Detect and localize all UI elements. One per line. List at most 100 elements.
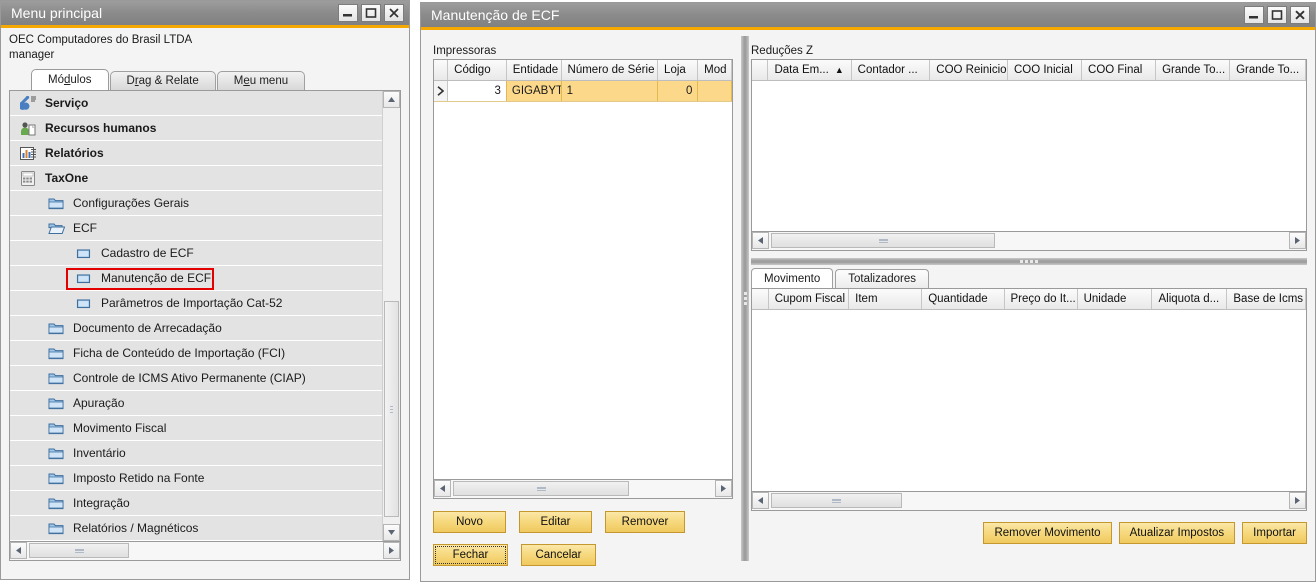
impressoras-grid[interactable]: Código Entidade Número de Série Loja Mod 3 GI… [433,59,733,480]
table-cell[interactable]: GIGABYTE [506,81,562,101]
tree-item-movimento-fiscal[interactable]: Movimento Fiscal [10,416,383,441]
vertical-splitter[interactable] [741,36,749,561]
tree-item-servico[interactable]: Serviço [10,91,383,116]
maximize-icon[interactable] [1267,6,1287,24]
tab-drag-relate[interactable]: Drag & Relate [109,71,216,90]
tab-meu-menu[interactable]: Meu menu [216,71,306,90]
reducoes-z-grid[interactable]: Data Em... ▲ Contador ... COO Reinicio COO I… [751,59,1307,232]
scroll-right-icon[interactable] [715,480,732,497]
tab-m-dulos[interactable]: Módulos [31,69,109,90]
column-header-coo-final[interactable]: COO Final [1082,60,1157,80]
tree-item-imposto-retido-na-fonte[interactable]: Imposto Retido na Fonte [10,466,383,491]
column-header-base-de-icms[interactable]: Base de Icms [1227,289,1306,309]
tree-item-integracao[interactable]: Integração [10,491,383,516]
table-cell[interactable] [698,81,732,101]
scroll-left-icon[interactable] [434,480,451,497]
tree-item-label: Relatórios [45,146,104,160]
movimento-panel: Movimento Totalizadores Cupom Fiscal Item Q… [751,268,1307,544]
tree-item-label: Inventário [73,446,126,460]
tree-item-label: TaxOne [45,171,89,185]
novo-button[interactable]: Novo [433,511,506,533]
button-label: Editar [540,516,571,528]
column-header-coo-reinicio[interactable]: COO Reinicio [930,60,1008,80]
column-header-grande-to[interactable]: Grande To... [1230,60,1306,80]
editar-button[interactable]: Editar [519,511,592,533]
tree-item-relatorios[interactable]: Relatórios [10,141,383,166]
movimento-hscrollbar[interactable] [751,492,1307,511]
minimize-icon[interactable] [1244,6,1264,24]
impressoras-hscroll-thumb[interactable] [453,481,629,496]
tree-item-controle-de-icms-ativo-permanente-ciap[interactable]: Controle de ICMS Ativo Permanente (CIAP) [10,366,383,391]
tree-item-recursos-humanos[interactable]: Recursos humanos [10,116,383,141]
close-icon[interactable] [384,4,404,22]
tree-item-cadastro-de-ecf[interactable]: Cadastro de ECF [10,241,383,266]
column-header-preco-do-it[interactable]: Preço do It... [1005,289,1078,309]
column-header-unidade[interactable]: Unidade [1078,289,1153,309]
tree-item-inventario[interactable]: Inventário [10,441,383,466]
button-label: Remover Movimento [994,527,1101,539]
scrollbar-grip [389,404,394,415]
impressoras-hscrollbar[interactable] [433,480,733,499]
scroll-right-icon[interactable] [1289,492,1306,509]
fechar-button[interactable]: Fechar [433,544,508,566]
calculator-icon [20,170,37,186]
tree-vertical-scrollbar[interactable] [382,91,400,541]
scroll-down-icon[interactable] [383,524,400,541]
movimento-grid[interactable]: Cupom Fiscal Item Quantidade Preço do It...… [751,288,1307,492]
tree-item-taxone[interactable]: TaxOne [10,166,383,191]
menu-tabs: Módulos Drag & Relate Meu menu [9,69,401,90]
tree-item-manutencao-de-ecf[interactable]: Manutenção de ECF [10,266,383,291]
remover-button[interactable]: Remover [605,511,685,533]
scroll-right-icon[interactable] [383,542,400,559]
column-header-mod[interactable]: Mod [698,60,732,80]
tree-item-relatorios-magneticos[interactable]: Relatórios / Magnéticos [10,516,383,541]
tree-scrollbar-thumb[interactable] [384,301,399,517]
scrollbar-grip [832,498,841,503]
tree-item-documento-de-arrecadacao[interactable]: Documento de Arrecadação [10,316,383,341]
reducoes-hscroll-thumb[interactable] [771,233,995,248]
tree-item-ficha-de-conteudo-de-importacao-fci[interactable]: Ficha de Conteúdo de Importação (FCI) [10,341,383,366]
table-cell[interactable]: 1 [561,81,659,101]
scroll-right-icon[interactable] [1289,232,1306,249]
table-cell[interactable]: 3 [448,81,507,101]
tab-totalizadores[interactable]: Totalizadores [835,269,930,288]
column-header-item[interactable]: Item [849,289,923,309]
column-header-contador[interactable]: Contador ... [852,60,931,80]
column-header-grande-to[interactable]: Grande To... [1156,60,1231,80]
column-header-aliquota-d[interactable]: Aliquota d... [1152,289,1228,309]
table-cell[interactable]: 0 [658,81,699,101]
column-header-numero-de-serie[interactable]: Número de Série [562,60,659,80]
atualizar-impostos-button[interactable]: Atualizar Impostos [1118,522,1236,544]
column-header-coo-inicial[interactable]: COO Inicial [1008,60,1083,80]
column-header-quantidade[interactable]: Quantidade [922,289,1005,309]
tree-item-apuracao[interactable]: Apuração [10,391,383,416]
maximize-icon[interactable] [361,4,381,22]
column-header-data-em[interactable]: Data Em... ▲ [768,60,852,80]
movimento-hscroll-thumb[interactable] [771,493,902,508]
column-header-loja[interactable]: Loja [658,60,699,80]
scroll-left-icon[interactable] [752,492,769,509]
column-header-codigo[interactable]: Código [448,60,507,80]
remover-movimento-button[interactable]: Remover Movimento [983,522,1112,544]
minimize-icon[interactable] [338,4,358,22]
column-header-entidade[interactable]: Entidade [507,60,562,80]
column-header-cupom-fiscal[interactable]: Cupom Fiscal [769,289,850,309]
tree-item-configuracoes-gerais[interactable]: Configurações Gerais [10,191,383,216]
sort-ascending-icon: ▲ [834,65,844,75]
close-icon[interactable] [1290,6,1310,24]
cancelar-button[interactable]: Cancelar [521,544,596,566]
importar-button[interactable]: Importar [1242,522,1307,544]
horizontal-splitter[interactable] [751,258,1307,265]
tree-item-parametros-de-importacao-cat-52[interactable]: Parâmetros de Importação Cat-52 [10,291,383,316]
tree-horizontal-scrollbar[interactable] [9,542,401,561]
folder-icon [48,521,65,536]
tree-item-label: ECF [73,221,97,235]
tree-hscroll-thumb[interactable] [29,543,129,558]
table-row[interactable]: 3GIGABYTE10 [434,81,732,102]
tree-item-ecf[interactable]: ECF [10,216,383,241]
scroll-left-icon[interactable] [10,542,27,559]
tab-movimento[interactable]: Movimento [751,268,834,288]
scroll-left-icon[interactable] [752,232,769,249]
reducoes-hscrollbar[interactable] [751,232,1307,251]
scroll-up-icon[interactable] [383,91,400,108]
